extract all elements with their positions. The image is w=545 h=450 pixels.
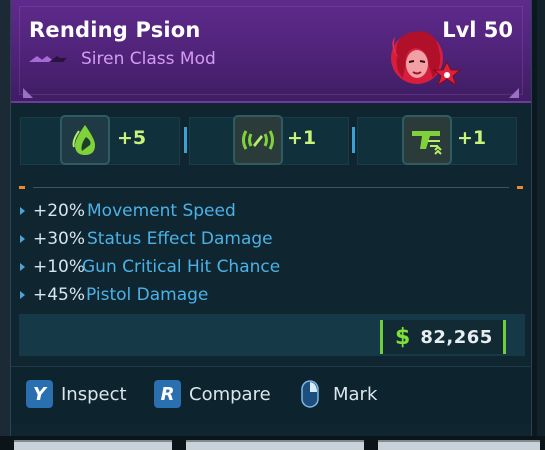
radar-pulse-skill-icon[interactable]	[233, 115, 283, 165]
water-drop-skill-icon[interactable]	[60, 115, 110, 165]
separator-line	[33, 187, 509, 188]
gun-boost-skill-icon[interactable]	[402, 115, 452, 165]
skill-divider	[184, 127, 187, 153]
skill-bonus-value: +1	[457, 127, 487, 149]
corner-tick-icon	[23, 88, 33, 98]
section-separator	[11, 185, 531, 191]
stat-amount: +20%	[33, 201, 86, 221]
control-prompts: Y Inspect R Compare Mark	[11, 366, 531, 424]
separator-accent	[19, 186, 25, 189]
compare-label: Compare	[189, 383, 271, 405]
skill-bonus-value: +1	[287, 127, 317, 149]
stat-name: Movement Speed	[87, 201, 236, 221]
stat-name: Status Effect Damage	[87, 229, 273, 249]
skill-bonus-value: +5	[117, 127, 147, 149]
siren-portrait-icon	[391, 31, 462, 87]
background-slot	[378, 440, 540, 450]
inspect-button[interactable]: Y Inspect	[26, 380, 127, 408]
background-bottom-strip	[0, 436, 545, 450]
item-header: Rending Psion Lvl 50 Siren Class Mod	[11, 0, 531, 103]
mark-button[interactable]: Mark	[301, 380, 377, 408]
bullet-arrow-icon	[20, 263, 25, 271]
stat-name: Pistol Damage	[86, 285, 209, 305]
y-key-icon: Y	[26, 380, 53, 408]
skill-bonus-row: +5 +1 +1	[11, 105, 531, 177]
item-name: Rending Psion	[29, 18, 201, 42]
background-left-edge	[0, 0, 10, 450]
stat-name: Gun Critical Hit Chance	[82, 257, 281, 277]
item-type: Siren Class Mod	[81, 49, 216, 69]
currency-icon: $	[395, 324, 411, 350]
stat-amount: +30%	[33, 229, 86, 249]
background-slot	[14, 440, 172, 450]
bullet-arrow-icon	[20, 207, 25, 215]
mark-label: Mark	[333, 383, 378, 405]
inspect-label: Inspect	[61, 383, 127, 405]
background-right-edge	[537, 0, 545, 450]
r-key-icon: R	[154, 380, 181, 408]
bullet-arrow-icon	[20, 291, 25, 299]
price-value: 82,265	[420, 326, 493, 348]
stat-amount: +45%	[33, 285, 86, 305]
compare-button[interactable]: R Compare	[154, 380, 271, 408]
background-slot	[186, 440, 364, 450]
mouse-icon	[301, 380, 319, 408]
separator-accent	[517, 186, 523, 189]
item-card: Rending Psion Lvl 50 Siren Class Mod +5 …	[10, 0, 532, 437]
skill-divider	[352, 127, 355, 153]
bullet-arrow-icon	[20, 235, 25, 243]
item-type-row: Siren Class Mod	[29, 49, 216, 69]
price-display: $ 82,265	[380, 320, 506, 354]
corner-tick-icon	[509, 88, 519, 98]
rarity-chevrons-icon	[29, 56, 67, 62]
stat-amount: +10%	[33, 257, 86, 277]
